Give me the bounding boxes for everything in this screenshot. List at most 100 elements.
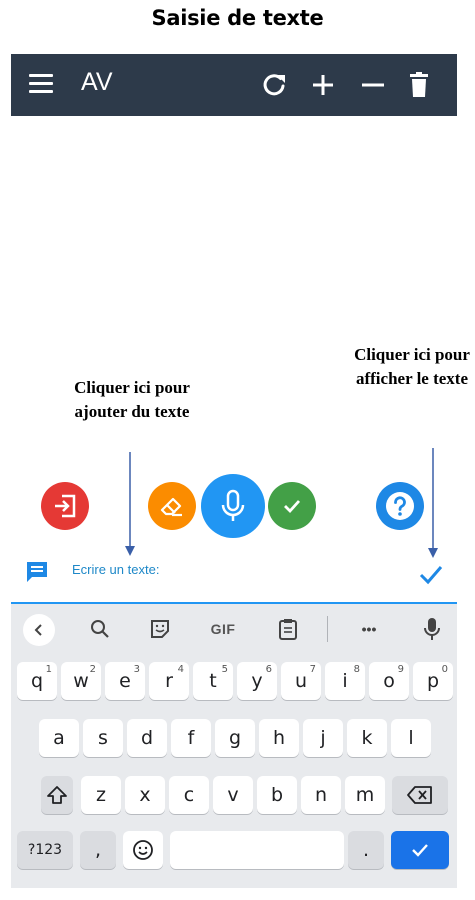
key-z[interactable]: z	[81, 776, 121, 814]
backspace-key[interactable]	[392, 776, 448, 814]
key-g[interactable]: g	[215, 719, 255, 757]
key-label: m	[355, 784, 375, 806]
key-label: u	[294, 670, 308, 692]
backspace-icon	[407, 786, 432, 804]
key-p[interactable]: p0	[413, 662, 453, 700]
key-label: k	[361, 727, 373, 749]
period-key[interactable]: .	[348, 831, 384, 869]
key-label: y	[251, 670, 263, 692]
key-label: q	[30, 670, 44, 692]
key-label: n	[314, 784, 328, 806]
minus-icon[interactable]	[357, 69, 389, 101]
key-i[interactable]: i8	[325, 662, 365, 700]
microphone-icon	[221, 489, 245, 521]
key-label: s	[98, 727, 108, 749]
sticker-icon[interactable]	[145, 614, 175, 644]
key-m[interactable]: m	[345, 776, 385, 814]
confirm-icon[interactable]	[417, 560, 445, 588]
clipboard-icon[interactable]	[273, 614, 303, 644]
key-hint: 8	[353, 664, 360, 675]
key-label: e	[119, 670, 131, 692]
emoji-icon	[133, 840, 153, 860]
annotation-add-text: Cliquer ici pour ajouter du texte	[74, 378, 190, 421]
arrow-to-send	[428, 448, 438, 558]
plus-icon[interactable]	[307, 69, 339, 101]
more-icon[interactable]: •••	[353, 614, 385, 644]
key-t[interactable]: t5	[193, 662, 233, 700]
keyboard-toolbar: GIF •••	[11, 604, 457, 654]
key-label: p	[426, 670, 440, 692]
key-r[interactable]: r4	[149, 662, 189, 700]
key-hint: 0	[441, 664, 448, 675]
key-label: f	[187, 727, 195, 749]
key-label: j	[320, 727, 326, 749]
comma-key[interactable]: ,	[80, 831, 116, 869]
key-d[interactable]: d	[127, 719, 167, 757]
key-hint: 3	[133, 664, 140, 675]
key-label: c	[183, 784, 195, 806]
eraser-button[interactable]	[148, 482, 196, 530]
key-a[interactable]: a	[39, 719, 79, 757]
key-label: h	[272, 727, 286, 749]
key-label: g	[228, 727, 242, 749]
back-icon[interactable]	[23, 614, 55, 646]
key-hint: 1	[45, 664, 52, 675]
key-k[interactable]: k	[347, 719, 387, 757]
menu-icon[interactable]	[29, 74, 53, 94]
mic-icon[interactable]	[417, 614, 447, 644]
key-label: l	[408, 727, 414, 749]
arrow-to-input	[125, 452, 135, 556]
key-s[interactable]: s	[83, 719, 123, 757]
text-input-row: Ecrire un texte:	[11, 550, 457, 600]
key-v[interactable]: v	[213, 776, 253, 814]
trash-icon[interactable]	[403, 69, 435, 101]
annotation-show-text: Cliquer ici pour afficher le texte	[354, 345, 470, 388]
key-hint: 6	[265, 664, 272, 675]
key-u[interactable]: u7	[281, 662, 321, 700]
search-icon[interactable]	[85, 614, 115, 644]
key-x[interactable]: x	[125, 776, 165, 814]
app-title: AV	[81, 68, 113, 96]
document-title: Saisie de texte	[151, 6, 324, 30]
key-l[interactable]: l	[391, 719, 431, 757]
exit-icon	[55, 494, 76, 518]
check-button[interactable]	[268, 482, 316, 530]
shift-key[interactable]	[41, 776, 73, 814]
refresh-icon[interactable]	[258, 69, 290, 101]
key-w[interactable]: w2	[61, 662, 101, 700]
help-button[interactable]	[376, 482, 424, 530]
microphone-button[interactable]	[201, 474, 265, 538]
key-j[interactable]: j	[303, 719, 343, 757]
check-icon	[284, 500, 301, 514]
gif-icon[interactable]: GIF	[205, 614, 241, 644]
numbers-key[interactable]: ?123	[17, 831, 73, 869]
help-icon	[386, 492, 414, 520]
key-hint: 5	[221, 664, 228, 675]
key-f[interactable]: f	[171, 719, 211, 757]
key-y[interactable]: y6	[237, 662, 277, 700]
enter-key[interactable]	[391, 831, 449, 869]
key-label: i	[342, 670, 348, 692]
key-label: v	[227, 784, 239, 806]
key-n[interactable]: n	[301, 776, 341, 814]
key-o[interactable]: o9	[369, 662, 409, 700]
shift-icon	[47, 786, 67, 804]
key-c[interactable]: c	[169, 776, 209, 814]
key-hint: 9	[397, 664, 404, 675]
space-key[interactable]	[170, 831, 344, 869]
key-label: r	[165, 670, 173, 692]
key-hint: 4	[177, 664, 184, 675]
emoji-key[interactable]	[123, 831, 163, 869]
key-label: t	[209, 670, 217, 692]
key-hint: 2	[89, 664, 96, 675]
chat-icon[interactable]	[24, 559, 50, 585]
key-label: a	[53, 727, 65, 749]
key-h[interactable]: h	[259, 719, 299, 757]
key-label: b	[270, 784, 284, 806]
key-q[interactable]: q1	[17, 662, 57, 700]
text-input-placeholder[interactable]: Ecrire un texte:	[72, 562, 159, 577]
key-hint: 7	[309, 664, 316, 675]
exit-button[interactable]	[41, 482, 89, 530]
key-b[interactable]: b	[257, 776, 297, 814]
key-e[interactable]: e3	[105, 662, 145, 700]
